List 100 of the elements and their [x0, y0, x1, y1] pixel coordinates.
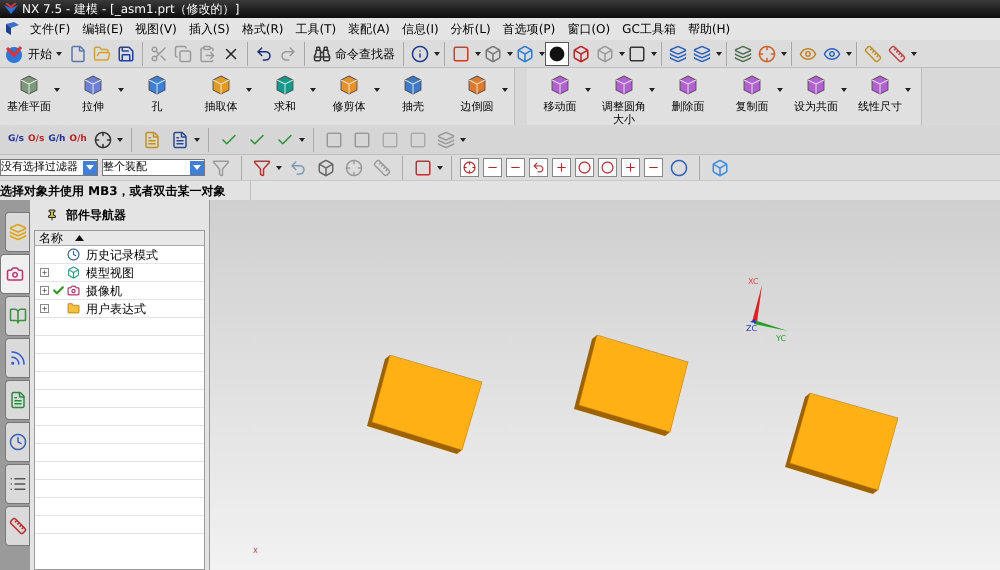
snap-point-icon[interactable]: [483, 158, 502, 177]
command-finder-button[interactable]: 命令查找器: [309, 44, 399, 62]
surface-check-button[interactable]: O/h: [69, 135, 87, 144]
dropdown-caret-icon[interactable]: [194, 138, 200, 142]
start-button[interactable]: 开始: [4, 44, 66, 64]
folder-icon: [67, 302, 80, 315]
menu-item[interactable]: 视图(V): [129, 20, 183, 38]
menu-item[interactable]: GC工具箱: [616, 20, 682, 38]
feature-tool-button[interactable]: 设为共面: [791, 68, 849, 113]
dropdown-caret-icon[interactable]: [310, 88, 316, 92]
dropdown-arrow-icon[interactable]: [193, 165, 201, 170]
feature-tool-button[interactable]: 移动面: [535, 68, 593, 113]
feature-tool-button[interactable]: 边倒圆: [452, 68, 510, 113]
snap-point-icon[interactable]: [598, 158, 617, 177]
dropdown-caret-icon[interactable]: [649, 88, 655, 92]
snap-point-icon[interactable]: [460, 158, 479, 177]
dropdown-caret-icon[interactable]: [298, 138, 305, 142]
dropdown-caret-icon[interactable]: [118, 88, 124, 92]
dropdown-caret-icon[interactable]: [460, 138, 466, 142]
menu-item[interactable]: 格式(R): [236, 20, 290, 38]
snap-point-icon[interactable]: [506, 158, 525, 177]
dropdown-caret-icon[interactable]: [116, 138, 123, 142]
dropdown-caret-icon[interactable]: [781, 52, 787, 56]
surface-check-button[interactable]: G/s: [8, 135, 24, 144]
menu-item[interactable]: 分析(L): [444, 20, 497, 38]
tree-row[interactable]: 用户表达式: [35, 300, 204, 318]
menu-item[interactable]: 文件(F): [24, 20, 76, 38]
menu-item[interactable]: 编辑(E): [76, 20, 130, 38]
library-icon: [8, 307, 26, 325]
menu-item[interactable]: 信息(I): [396, 20, 445, 38]
dropdown-caret-icon[interactable]: [56, 52, 62, 56]
dropdown-caret-icon[interactable]: [434, 52, 440, 56]
expander-icon[interactable]: [40, 304, 48, 313]
dropdown-caret-icon[interactable]: [507, 52, 513, 56]
menu-item[interactable]: 工具(T): [289, 20, 342, 38]
feature-tool-button[interactable]: 抽壳: [388, 68, 446, 113]
dropdown-caret-icon[interactable]: [54, 88, 60, 92]
snap-point-icon[interactable]: [552, 158, 571, 177]
feature-tool-button[interactable]: 孔: [132, 68, 190, 113]
expander-icon[interactable]: [40, 268, 48, 277]
dropdown-caret-icon[interactable]: [716, 52, 722, 56]
dropdown-caret-icon[interactable]: [374, 88, 380, 92]
menu-item[interactable]: 装配(A): [342, 20, 396, 38]
check-icon[interactable]: [52, 284, 64, 297]
feature-tool-button[interactable]: 复制面: [727, 68, 785, 113]
feature-tool-button[interactable]: 修剪体: [324, 68, 382, 113]
feature-tool-button[interactable]: 求和: [260, 68, 318, 113]
resource-tab[interactable]: [0, 254, 30, 294]
app-menu-icon[interactable]: [4, 22, 20, 36]
tree-row[interactable]: 模型视图: [35, 264, 204, 282]
dropdown-caret-icon[interactable]: [585, 88, 591, 92]
resource-tab[interactable]: [5, 296, 30, 336]
resource-tab[interactable]: [5, 506, 30, 546]
tree-row[interactable]: 摄像机: [35, 282, 204, 300]
dropdown-caret-icon[interactable]: [619, 52, 625, 56]
snap-point-icon[interactable]: [621, 158, 640, 177]
menu-item[interactable]: 窗口(O): [561, 20, 616, 38]
z-axis-label: ZC: [746, 324, 758, 333]
x-axis-line: [752, 285, 762, 322]
snap-point-icon[interactable]: [529, 158, 548, 177]
expander-icon[interactable]: [40, 286, 48, 295]
feature-tool-button[interactable]: 拉伸: [68, 68, 126, 113]
resource-tab[interactable]: [5, 212, 30, 252]
feature-tool-button[interactable]: 删除面: [663, 68, 721, 113]
surface-check-button[interactable]: G/h: [48, 135, 66, 144]
feature-tool-button[interactable]: 线性尺寸: [855, 68, 913, 113]
dropdown-caret-icon[interactable]: [475, 52, 481, 56]
dropdown-caret-icon[interactable]: [276, 166, 282, 170]
menu-item[interactable]: 插入(S): [182, 20, 236, 38]
dropdown-caret-icon[interactable]: [437, 166, 443, 170]
resource-tab[interactable]: [5, 338, 30, 378]
dropdown-caret-icon[interactable]: [905, 88, 911, 92]
dropdown-caret-icon[interactable]: [539, 52, 545, 56]
dropdown-caret-icon[interactable]: [911, 52, 917, 56]
resource-tab[interactable]: [5, 464, 30, 504]
pin-icon[interactable]: [46, 209, 58, 221]
snap-point-icon[interactable]: [644, 158, 663, 177]
dropdown-caret-icon[interactable]: [246, 88, 252, 92]
feature-tool-button[interactable]: 调整圆角大小: [599, 68, 657, 126]
dropdown-caret-icon[interactable]: [777, 88, 783, 92]
dropdown-caret-icon[interactable]: [846, 52, 852, 56]
snap-point-icon[interactable]: [575, 158, 594, 177]
dropdown-arrow-icon[interactable]: [86, 165, 94, 170]
menu-item[interactable]: 首选项(P): [496, 20, 562, 38]
display-mode-icon[interactable]: [545, 42, 569, 66]
menu-item[interactable]: 帮助(H): [682, 20, 736, 38]
part-navigator-icon: [6, 265, 24, 283]
resource-tab[interactable]: [5, 422, 30, 462]
dropdown-caret-icon[interactable]: [841, 88, 847, 92]
feature-tool-button[interactable]: 抽取体: [196, 68, 254, 113]
dropdown-caret-icon[interactable]: [502, 88, 508, 92]
sort-up-icon: [75, 235, 84, 241]
feature-tool-button[interactable]: 基准平面: [4, 68, 62, 113]
dropdown-caret-icon[interactable]: [651, 52, 657, 56]
resource-tab[interactable]: [5, 380, 30, 420]
surface-check-button[interactable]: O/s: [28, 135, 44, 144]
name-column-header[interactable]: 名称: [35, 231, 204, 246]
tree-row[interactable]: 历史记录模式: [35, 246, 204, 264]
scope-dropdown[interactable]: 整个装配: [102, 159, 205, 176]
type-filter-dropdown[interactable]: 没有选择过滤器: [0, 159, 98, 176]
